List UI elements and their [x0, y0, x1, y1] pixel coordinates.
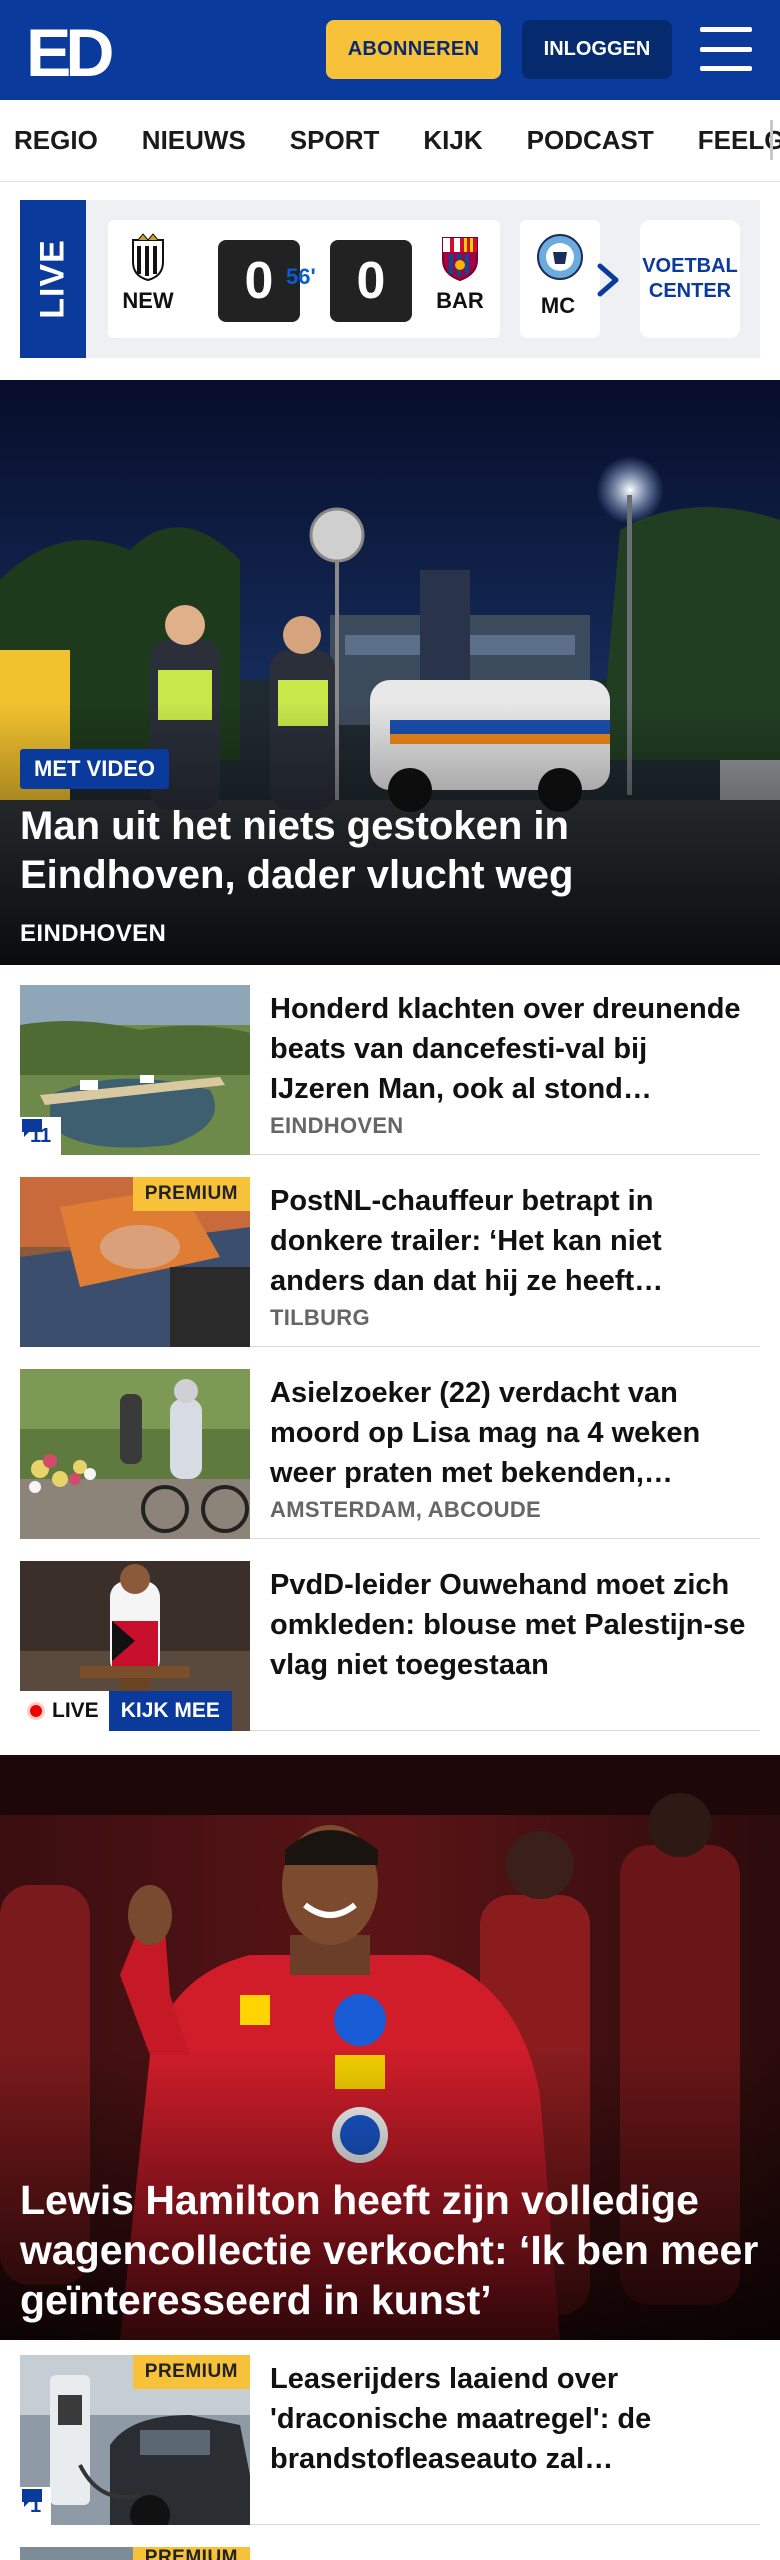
nav-item-podcast[interactable]: PODCAST: [513, 125, 668, 156]
nav-item-regio[interactable]: REGIO: [0, 125, 112, 156]
video-badge: MET VIDEO: [20, 749, 170, 789]
article-title[interactable]: PostNL-chauffeur betrapt in donkere trai…: [270, 1181, 750, 1301]
nav-item-feelgood[interactable]: FEELGOOD: [684, 125, 780, 156]
nav-item-kijk[interactable]: KIJK: [409, 125, 496, 156]
article-title[interactable]: Leaserijders laaiend over 'draconische m…: [270, 2359, 750, 2479]
match-minute: 56': [286, 264, 316, 289]
nav-item-nieuws[interactable]: NIEUWS: [128, 125, 260, 156]
subscribe-button[interactable]: ABONNEREN: [326, 20, 501, 79]
article-title[interactable]: Honderd klachten over dreunende beats va…: [270, 989, 750, 1109]
list-item[interactable]: PREMIUM: [20, 2547, 760, 2560]
article-title[interactable]: PvdD-leider Ouwehand moet zich omkleden:…: [270, 1565, 750, 1685]
article-title[interactable]: Asielzoeker (22) verdacht van moord op L…: [270, 1373, 750, 1493]
away-team-abbr: BAR: [436, 288, 484, 313]
hero-location-tag: EINDHOVEN: [20, 920, 167, 947]
article-thumbnail: LIVE KIJK MEE: [20, 1561, 250, 1731]
home-team-abbr: NEW: [122, 288, 174, 313]
away-team: BAR: [430, 232, 490, 314]
comment-count[interactable]: 11: [20, 1117, 62, 1155]
article-thumbnail: PREMIUM 1: [20, 2355, 250, 2525]
manchester-city-crest-icon: [530, 232, 590, 287]
home-team: NEW: [118, 232, 178, 314]
article-location-tag: AMSTERDAM, ABCOUDE: [270, 1497, 542, 1522]
chevron-right-icon[interactable]: [592, 260, 624, 300]
article-thumbnail: [20, 1369, 250, 1539]
list-item[interactable]: LIVE KIJK MEE PvdD-leider Ouwehand moet …: [20, 1561, 760, 1731]
article-location-tag: EINDHOVEN: [270, 1113, 404, 1138]
hamburger-menu-icon[interactable]: [700, 27, 752, 71]
article-thumbnail: PREMIUM: [20, 2547, 250, 2560]
live-scores-strip: LIVE NEW 0 56' 0 BAR MC VOETBAL CENTER: [20, 200, 760, 358]
live-video-label[interactable]: LIVE KIJK MEE: [20, 1691, 232, 1731]
ed-logo[interactable]: ED: [26, 15, 118, 91]
site-header: ED ABONNEREN INLOGGEN: [0, 0, 780, 100]
hero-title[interactable]: Lewis Hamilton heeft zijn volledige wage…: [20, 2175, 760, 2325]
away-score: 0: [330, 240, 412, 322]
barcelona-crest-icon: [435, 232, 485, 282]
hero-title[interactable]: Man uit het niets gestoken in Eindhoven,…: [20, 802, 760, 900]
article-location-tag: TILBURG: [270, 1305, 370, 1330]
hero-article-stabbing[interactable]: MET VIDEO Man uit het niets gestoken in …: [0, 380, 780, 965]
comment-count[interactable]: 1: [20, 2487, 52, 2525]
newcastle-crest-icon: [123, 232, 173, 282]
next-match-home-abbr: MC: [540, 293, 576, 318]
live-match-card[interactable]: NEW 0 56' 0 BAR: [108, 220, 500, 338]
live-indicator: LIVE: [20, 1691, 109, 1731]
login-button[interactable]: INLOGGEN: [522, 20, 672, 79]
nav-overflow-indicator: [770, 120, 780, 160]
article-thumbnail: 11: [20, 985, 250, 1155]
premium-badge: PREMIUM: [132, 1177, 250, 1211]
football-center-button[interactable]: VOETBAL CENTER: [640, 220, 740, 338]
live-label: LIVE: [20, 200, 86, 358]
list-item[interactable]: PREMIUM PostNL-chauffeur betrapt in donk…: [20, 1177, 760, 1347]
list-item[interactable]: PREMIUM 1 Leaserijders laaiend over 'dra…: [20, 2355, 760, 2525]
nav-item-sport[interactable]: SPORT: [276, 125, 394, 156]
article-thumbnail: PREMIUM: [20, 1177, 250, 1347]
watch-live-button[interactable]: KIJK MEE: [108, 1691, 232, 1731]
comment-bubble-icon: [22, 2489, 42, 2507]
comment-bubble-icon: [22, 1119, 42, 1137]
svg-text:ED: ED: [26, 18, 112, 82]
premium-badge: PREMIUM: [132, 2355, 250, 2389]
next-match-card[interactable]: MC: [520, 220, 600, 338]
hero-article-hamilton[interactable]: Lewis Hamilton heeft zijn volledige wage…: [0, 1755, 780, 2340]
main-navigation: REGIO NIEUWS SPORT KIJK PODCAST FEELGOOD: [0, 100, 780, 182]
premium-badge: PREMIUM: [132, 2547, 250, 2560]
list-item[interactable]: Asielzoeker (22) verdacht van moord op L…: [20, 1369, 760, 1539]
list-item[interactable]: 11 Honderd klachten over dreunende beats…: [20, 985, 760, 1155]
